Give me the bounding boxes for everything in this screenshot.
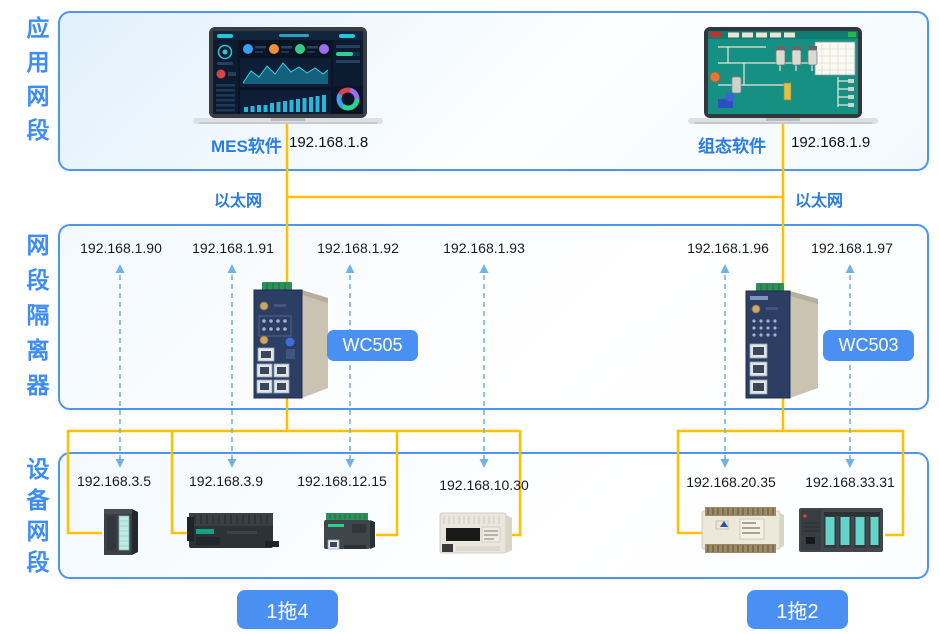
plc-s7-io-module-image	[100, 506, 142, 563]
wc505-gateway-image	[250, 280, 332, 407]
isolator-segment-label: 网段隔离器	[19, 233, 53, 408]
mes-software-label: MES软件	[211, 132, 282, 157]
group-1-to-4-badge: 1拖4	[237, 590, 338, 629]
plc-s7-300-rack-image	[797, 505, 887, 560]
wc503-badge: WC503	[823, 330, 914, 361]
app-segment-label: 应用网段	[19, 16, 53, 152]
wc505-badge: WC505	[327, 330, 418, 361]
device-ip-1: 192.168.3.5	[54, 473, 174, 489]
device-ip-6: 192.168.33.31	[790, 474, 910, 490]
device-ip-4: 192.168.10.30	[424, 477, 544, 493]
scada-ip: 192.168.1.9	[791, 134, 870, 151]
plc-mitsubishi-fx-image	[438, 510, 514, 562]
mes-ip: 192.168.1.8	[289, 134, 368, 151]
plc-s7-1200-image	[322, 511, 378, 560]
ethernet-label-right: 以太网	[795, 187, 843, 211]
device-ip-5: 192.168.20.35	[671, 474, 791, 490]
group-1-to-2-badge: 1拖2	[747, 590, 848, 629]
isolator-ip-6: 192.168.1.97	[792, 240, 912, 256]
device-ip-2: 192.168.3.9	[166, 473, 286, 489]
isolator-ip-3: 192.168.1.92	[298, 240, 418, 256]
isolator-ip-5: 192.168.1.96	[668, 240, 788, 256]
device-ip-3: 192.168.12.15	[282, 473, 402, 489]
plc-delta-dvp-image	[700, 505, 786, 560]
isolator-ip-4: 192.168.1.93	[424, 240, 544, 256]
device-segment-label: 设备网段	[19, 457, 53, 581]
ethernet-label-left: 以太网	[214, 187, 262, 211]
scada-laptop-image	[688, 27, 878, 132]
isolator-ip-1: 192.168.1.90	[61, 240, 181, 256]
wc503-gateway-image	[742, 281, 822, 407]
network-topology-diagram: 应用网段 网段隔离器 设备网段	[0, 0, 939, 634]
mes-laptop-image	[193, 27, 383, 132]
scada-software-label: 组态软件	[698, 132, 766, 157]
plc-s7-200-image	[187, 507, 279, 559]
isolator-ip-2: 192.168.1.91	[173, 240, 293, 256]
